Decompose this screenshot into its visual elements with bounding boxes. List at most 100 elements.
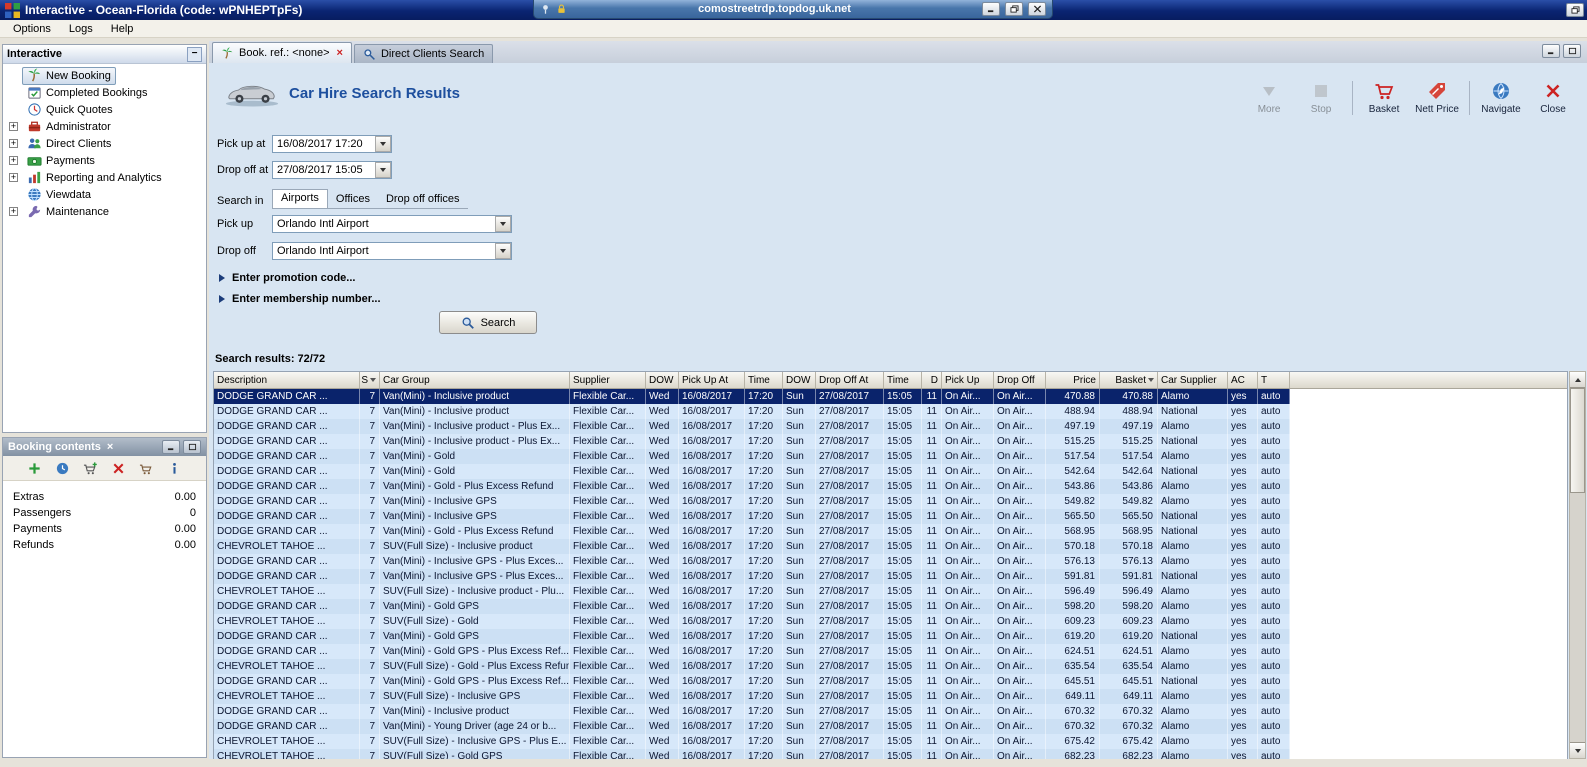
booking-panel-minimize-button[interactable] bbox=[162, 440, 180, 454]
table-row[interactable]: CHEVROLET TAHOE ... 7 SUV(Full Size) - Inc… bbox=[214, 689, 1567, 704]
table-row[interactable]: DODGE GRAND CAR ... 7 Van(Mini) - Inclusiv… bbox=[214, 404, 1567, 419]
column-header-s-1[interactable]: S bbox=[360, 372, 380, 388]
table-row[interactable]: DODGE GRAND CAR ... 7 Van(Mini) - Gold GPS… bbox=[214, 629, 1567, 644]
expand-plus-icon[interactable]: + bbox=[9, 173, 18, 182]
column-header-supplier-3[interactable]: Supplier bbox=[570, 372, 646, 388]
membership-number-expander[interactable]: Enter membership number... bbox=[219, 292, 381, 306]
column-header-drop-off-at-8[interactable]: Drop Off At bbox=[816, 372, 884, 388]
booking-toolbar-view-button[interactable] bbox=[55, 461, 70, 476]
booking-panel-float-button[interactable] bbox=[183, 440, 201, 454]
column-header-description-0[interactable]: Description bbox=[214, 372, 360, 388]
column-header-car-supplier-15[interactable]: Car Supplier bbox=[1158, 372, 1228, 388]
column-header-basket-14[interactable]: Basket bbox=[1100, 372, 1158, 388]
column-header-pick-up-11[interactable]: Pick Up bbox=[942, 372, 994, 388]
table-row[interactable]: DODGE GRAND CAR ... 7 Van(Mini) - Gold GPS… bbox=[214, 674, 1567, 689]
booking-toolbar-add-button[interactable] bbox=[27, 461, 42, 476]
table-row[interactable]: DODGE GRAND CAR ... 7 Van(Mini) - Gold - P… bbox=[214, 524, 1567, 539]
table-row[interactable]: CHEVROLET TAHOE ... 7 SUV(Full Size) - Inc… bbox=[214, 734, 1567, 749]
drop-off-at-dropdown-button[interactable] bbox=[375, 162, 391, 178]
search-in-tab-offices[interactable]: Offices bbox=[328, 191, 378, 208]
toolbar-basket-button[interactable]: Basket bbox=[1360, 79, 1408, 117]
menu-item-logs[interactable]: Logs bbox=[60, 22, 102, 36]
menu-item-help[interactable]: Help bbox=[102, 22, 143, 36]
column-header-drop-off-12[interactable]: Drop Off bbox=[994, 372, 1046, 388]
booking-toolbar-info-button[interactable] bbox=[167, 461, 182, 476]
expand-plus-icon[interactable]: + bbox=[9, 207, 18, 216]
table-row[interactable]: DODGE GRAND CAR ... 7 Van(Mini) - Inclusiv… bbox=[214, 704, 1567, 719]
expand-plus-icon[interactable]: + bbox=[9, 139, 18, 148]
drop-off-at-input[interactable]: 27/08/2017 15:05 bbox=[272, 161, 392, 179]
table-row[interactable]: DODGE GRAND CAR ... 7 Van(Mini) - Gold - P… bbox=[214, 479, 1567, 494]
booking-toolbar-basket-button[interactable] bbox=[139, 461, 154, 476]
table-row[interactable]: DODGE GRAND CAR ... 7 Van(Mini) - Inclusiv… bbox=[214, 419, 1567, 434]
scrollbar-thumb[interactable] bbox=[1570, 388, 1585, 493]
vertical-scrollbar[interactable] bbox=[1569, 371, 1586, 759]
table-row[interactable]: DODGE GRAND CAR ... 7 Van(Mini) - Inclusiv… bbox=[214, 554, 1567, 569]
sidebar-item-reporting-and-analytics[interactable]: + Reporting and Analytics bbox=[3, 169, 206, 186]
table-row[interactable]: CHEVROLET TAHOE ... 7 SUV(Full Size) - Inc… bbox=[214, 539, 1567, 554]
drop-off-combo[interactable]: Orlando Intl Airport bbox=[272, 242, 512, 260]
toolbar-close-button[interactable]: Close bbox=[1529, 79, 1577, 117]
column-header-price-13[interactable]: Price bbox=[1046, 372, 1100, 388]
table-row[interactable]: DODGE GRAND CAR ... 7 Van(Mini) - Young Dr… bbox=[214, 719, 1567, 734]
search-in-tab-airports[interactable]: Airports bbox=[272, 189, 328, 208]
rdp-close-button[interactable] bbox=[1028, 2, 1046, 16]
mdi-restore-button[interactable] bbox=[1563, 44, 1581, 58]
search-in-tab-drop-off-offices[interactable]: Drop off offices bbox=[378, 191, 468, 208]
toolbar-navigate-button[interactable]: Navigate bbox=[1477, 79, 1525, 117]
sidebar-item-administrator[interactable]: + Administrator bbox=[3, 118, 206, 135]
rdp-restore-button[interactable] bbox=[1005, 2, 1023, 16]
booking-toolbar-add-to-basket-button[interactable] bbox=[83, 461, 98, 476]
table-row[interactable]: DODGE GRAND CAR ... 7 Van(Mini) - Gold GPS… bbox=[214, 644, 1567, 659]
tab-direct-clients-search[interactable]: Direct Clients Search bbox=[353, 44, 494, 63]
panel-collapse-button[interactable]: − bbox=[187, 46, 202, 62]
column-header-pick-up-at-5[interactable]: Pick Up At bbox=[679, 372, 745, 388]
tab-book-ref-none[interactable]: Book. ref.: <none> × bbox=[212, 42, 352, 63]
table-row[interactable]: DODGE GRAND CAR ... 7 Van(Mini) - Gold Flex… bbox=[214, 449, 1567, 464]
drop-off-dropdown-button[interactable] bbox=[495, 243, 511, 259]
rdp-minimize-button[interactable] bbox=[982, 2, 1000, 16]
tab-close-icon[interactable]: × bbox=[337, 47, 343, 59]
sidebar-item-viewdata[interactable]: Viewdata bbox=[3, 186, 206, 203]
scroll-down-button[interactable] bbox=[1570, 742, 1585, 758]
expand-plus-icon[interactable]: + bbox=[9, 122, 18, 131]
column-header-time-9[interactable]: Time bbox=[884, 372, 922, 388]
search-button[interactable]: Search bbox=[439, 311, 537, 334]
sidebar-item-quick-quotes[interactable]: Quick Quotes bbox=[3, 101, 206, 118]
table-row[interactable]: DODGE GRAND CAR ... 7 Van(Mini) - Inclusiv… bbox=[214, 494, 1567, 509]
pick-up-at-input[interactable]: 16/08/2017 17:20 bbox=[272, 135, 392, 153]
sidebar-item-payments[interactable]: + Payments bbox=[3, 152, 206, 169]
table-row[interactable]: DODGE GRAND CAR ... 7 Van(Mini) - Inclusiv… bbox=[214, 434, 1567, 449]
toolbar-nett-price-button[interactable]: Nett Price bbox=[1412, 79, 1462, 117]
column-header-dow-7[interactable]: DOW bbox=[783, 372, 816, 388]
column-header-ac-16[interactable]: AC bbox=[1228, 372, 1258, 388]
table-row[interactable]: DODGE GRAND CAR ... 7 Van(Mini) - Inclusiv… bbox=[214, 389, 1567, 404]
pin-icon[interactable] bbox=[540, 3, 551, 15]
scroll-up-button[interactable] bbox=[1570, 372, 1585, 388]
window-restore-button[interactable] bbox=[1566, 3, 1584, 17]
mdi-minimize-button[interactable] bbox=[1542, 44, 1560, 58]
column-header-d-10[interactable]: D bbox=[922, 372, 942, 388]
table-row[interactable]: CHEVROLET TAHOE ... 7 SUV(Full Size) - Gol… bbox=[214, 614, 1567, 629]
table-row[interactable]: CHEVROLET TAHOE ... 7 SUV(Full Size) - Inc… bbox=[214, 584, 1567, 599]
sidebar-item-new-booking[interactable]: New Booking bbox=[3, 66, 206, 85]
sidebar-item-direct-clients[interactable]: + Direct Clients bbox=[3, 135, 206, 152]
table-row[interactable]: CHEVROLET TAHOE ... 7 SUV(Full Size) - Gol… bbox=[214, 659, 1567, 674]
pick-up-combo[interactable]: Orlando Intl Airport bbox=[272, 215, 512, 233]
column-header-dow-4[interactable]: DOW bbox=[646, 372, 679, 388]
table-row[interactable]: DODGE GRAND CAR ... 7 Van(Mini) - Inclusiv… bbox=[214, 569, 1567, 584]
column-header-car-group-2[interactable]: Car Group bbox=[380, 372, 570, 388]
booking-toolbar-delete-button[interactable] bbox=[111, 461, 126, 476]
promotion-code-expander[interactable]: Enter promotion code... bbox=[219, 271, 355, 285]
sidebar-item-maintenance[interactable]: + Maintenance bbox=[3, 203, 206, 220]
table-row[interactable]: CHEVROLET TAHOE ... 7 SUV(Full Size) - Gol… bbox=[214, 749, 1567, 759]
column-header-time-6[interactable]: Time bbox=[745, 372, 783, 388]
pick-up-at-dropdown-button[interactable] bbox=[375, 136, 391, 152]
table-row[interactable]: DODGE GRAND CAR ... 7 Van(Mini) - Gold Flex… bbox=[214, 464, 1567, 479]
column-header-t-17[interactable]: T bbox=[1258, 372, 1290, 388]
table-row[interactable]: DODGE GRAND CAR ... 7 Van(Mini) - Gold GPS… bbox=[214, 599, 1567, 614]
booking-panel-close-icon[interactable]: × bbox=[107, 441, 113, 453]
sidebar-item-completed-bookings[interactable]: Completed Bookings bbox=[3, 84, 206, 101]
expand-plus-icon[interactable]: + bbox=[9, 156, 18, 165]
table-row[interactable]: DODGE GRAND CAR ... 7 Van(Mini) - Inclusiv… bbox=[214, 509, 1567, 524]
